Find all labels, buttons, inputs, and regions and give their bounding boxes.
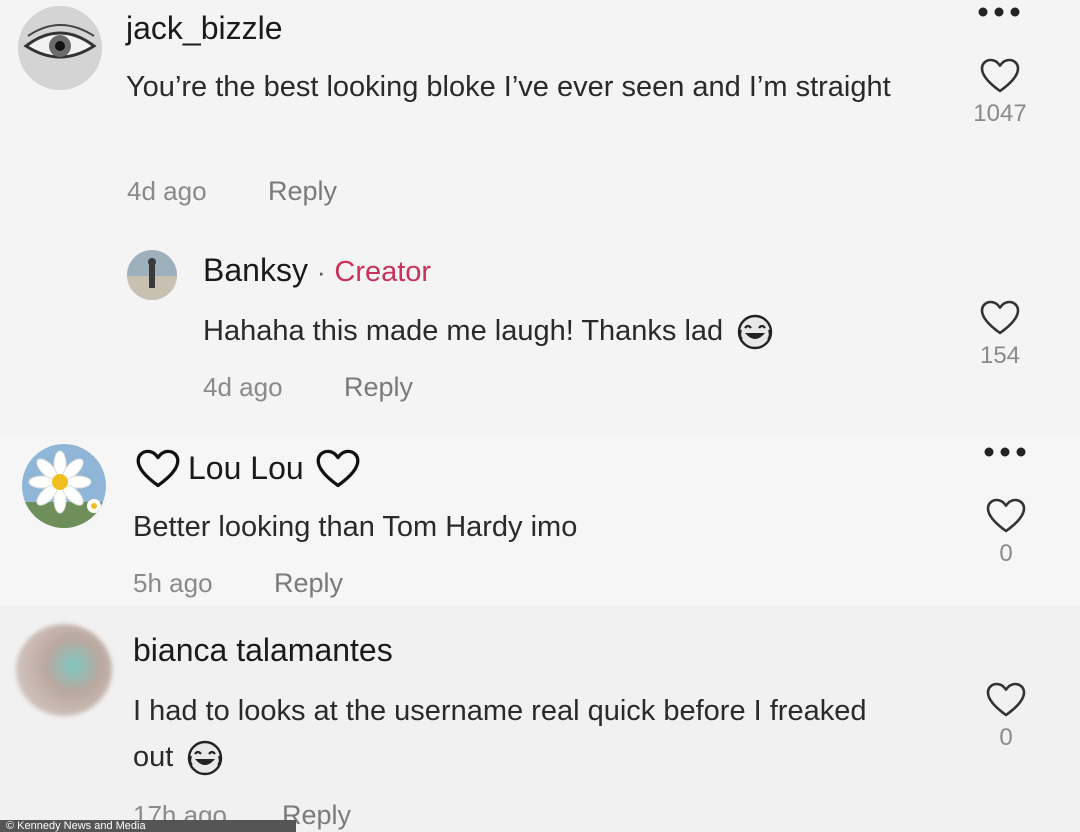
heart-outline-icon	[316, 449, 360, 487]
comment-username[interactable]: Lou Lou	[188, 450, 304, 486]
like-count: 154	[979, 342, 1021, 369]
comment-username-row: Lou Lou	[136, 448, 360, 489]
more-options-icon[interactable]	[976, 6, 1022, 18]
like-count: 0	[999, 540, 1013, 567]
reply-username: Banksy · Creator	[203, 252, 431, 289]
reply-text-row: Hahaha this made me laugh! Thanks lad	[203, 308, 923, 354]
comment-text-block: I had to looks at the username real quic…	[133, 688, 913, 780]
reply-text: Hahaha this made me laugh! Thanks lad	[203, 315, 724, 347]
separator-dot: ·	[316, 257, 326, 287]
like-heart-icon[interactable]	[980, 58, 1020, 94]
comment-timestamp: 5h ago	[133, 568, 213, 598]
beach-figure-avatar-icon	[127, 250, 177, 300]
laughing-tears-emoji-icon	[738, 315, 773, 350]
watermark: © Kennedy News and Media	[0, 820, 296, 832]
heart-outline-icon	[136, 449, 180, 487]
comment-username[interactable]: jack_bizzle	[126, 10, 283, 47]
reply-button[interactable]: Reply	[274, 568, 343, 599]
like-heart-icon[interactable]	[986, 498, 1026, 534]
like-count: 1047	[973, 100, 1027, 127]
like-count: 0	[999, 724, 1013, 751]
comment-text: I had to looks at the username real quic…	[133, 695, 867, 773]
more-options-icon[interactable]	[982, 446, 1028, 458]
comment-text: Better looking than Tom Hardy imo	[133, 511, 578, 543]
eye-avatar-icon	[18, 6, 102, 90]
comment-timestamp: 4d ago	[127, 176, 207, 206]
avatar[interactable]	[22, 444, 106, 528]
avatar[interactable]	[16, 624, 112, 716]
creator-badge: Creator	[334, 256, 432, 288]
reply-timestamp: 4d ago	[203, 372, 283, 402]
reply-button[interactable]: Reply	[344, 372, 413, 403]
like-heart-icon[interactable]	[986, 682, 1026, 718]
avatar[interactable]	[127, 250, 177, 300]
laughing-tears-emoji-icon	[188, 741, 223, 776]
reply-button[interactable]: Reply	[268, 176, 337, 207]
reply-username-text[interactable]: Banksy	[203, 252, 308, 288]
comment-text: You’re the best looking bloke I’ve ever …	[126, 71, 891, 103]
comment-username[interactable]: bianca talamantes	[133, 632, 393, 669]
daisy-avatar-icon	[22, 444, 106, 528]
like-heart-icon[interactable]	[980, 300, 1020, 336]
avatar[interactable]	[18, 6, 102, 90]
